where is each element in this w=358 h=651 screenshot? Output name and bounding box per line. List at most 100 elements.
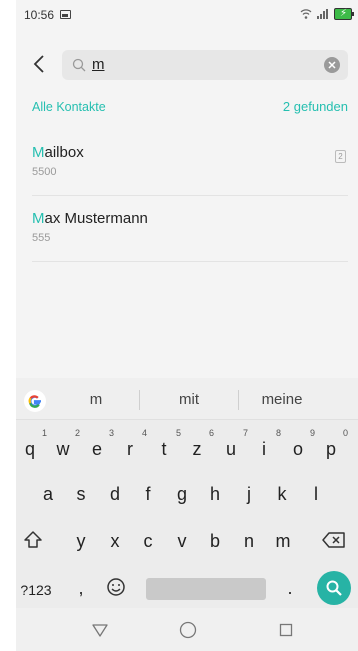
symbols-key[interactable]: ?123: [18, 579, 54, 601]
contact-list: Mailbox 5500 2 Max Mustermann 555: [16, 130, 358, 262]
nav-home-button[interactable]: [178, 620, 198, 640]
key-m[interactable]: m: [272, 530, 294, 552]
results-header: Alle Kontakte 2 gefunden: [16, 96, 358, 118]
key-o[interactable]: o9: [288, 429, 315, 460]
contact-item-max-mustermann[interactable]: Max Mustermann 555: [32, 196, 348, 262]
comma-key[interactable]: ,: [74, 577, 88, 599]
key-number-hint: 1: [41, 428, 47, 438]
navigation-bar: [16, 608, 358, 651]
key-k[interactable]: k: [272, 483, 292, 505]
key-q[interactable]: q1: [20, 429, 47, 460]
name-rest: ailbox: [44, 144, 84, 161]
key-z[interactable]: z6: [187, 429, 215, 460]
suggestion-2[interactable]: mit: [166, 391, 212, 408]
key-d[interactable]: d: [105, 483, 125, 505]
search-icon: [72, 58, 86, 72]
status-icons: ⚡: [300, 8, 354, 20]
period-key[interactable]: .: [284, 577, 296, 599]
key-p[interactable]: p0: [321, 429, 348, 460]
backspace-key[interactable]: [320, 531, 348, 553]
suggestion-divider: [139, 390, 140, 410]
contact-number: 5500: [32, 166, 57, 178]
key-number-hint: 5: [175, 428, 181, 438]
nav-home-icon: [179, 621, 197, 639]
contact-name: Mailbox: [32, 144, 84, 161]
key-b[interactable]: b: [205, 530, 225, 552]
google-g-glyph: [28, 395, 41, 408]
name-rest: ax Mustermann: [44, 210, 148, 227]
space-key[interactable]: [146, 578, 266, 600]
contact-number: 555: [32, 232, 51, 244]
key-number-hint: 7: [242, 428, 248, 438]
contacts-search-app: 10:56 ⚡ m Alle Kontakte 2 gefunden Mailb…: [16, 0, 358, 651]
key-number-hint: 0: [342, 428, 348, 438]
key-u[interactable]: u7: [221, 429, 248, 460]
key-number-hint: 9: [309, 428, 315, 438]
search-key[interactable]: [317, 571, 351, 605]
key-y[interactable]: y: [71, 530, 91, 552]
signal-icon: [317, 9, 328, 19]
name-highlight: M: [32, 144, 45, 161]
key-j[interactable]: j: [239, 483, 259, 505]
key-w[interactable]: w2: [53, 429, 81, 460]
key-g[interactable]: g: [172, 483, 192, 505]
search-icon: [326, 580, 342, 596]
suggestion-divider: [238, 390, 239, 410]
key-i[interactable]: i8: [254, 429, 281, 460]
shift-icon: [24, 531, 42, 548]
key-label: q: [24, 439, 35, 459]
nav-back-button[interactable]: [90, 620, 110, 640]
key-v[interactable]: v: [172, 530, 192, 552]
emoji-icon: [107, 578, 125, 596]
clear-icon: [328, 61, 336, 69]
wifi-icon: [300, 9, 312, 19]
key-h[interactable]: h: [205, 483, 225, 505]
suggestion-3[interactable]: meine: [252, 391, 312, 408]
key-label: w: [56, 439, 70, 459]
key-c[interactable]: c: [138, 530, 158, 552]
key-label: o: [292, 439, 303, 459]
suggestion-bar: m mit meine: [16, 378, 358, 420]
key-label: z: [192, 439, 202, 459]
backspace-icon: [322, 532, 345, 548]
shift-key[interactable]: [20, 530, 46, 554]
key-label: r: [127, 439, 133, 459]
emoji-key[interactable]: [104, 577, 128, 599]
key-e[interactable]: e3: [87, 429, 114, 460]
google-icon[interactable]: [24, 390, 46, 412]
nav-recents-icon: [279, 623, 293, 637]
key-n[interactable]: n: [239, 530, 259, 552]
contact-item-mailbox[interactable]: Mailbox 5500 2: [32, 130, 348, 196]
key-number-hint: 3: [108, 428, 114, 438]
status-bar: 10:56 ⚡: [16, 0, 358, 36]
key-x[interactable]: x: [105, 530, 125, 552]
keyboard: m mit meine q1 w2 e3 r4 t5 z6 u7 i8 o9 p…: [16, 378, 358, 608]
key-t[interactable]: t5: [154, 429, 181, 460]
key-label: u: [225, 439, 236, 459]
back-button[interactable]: [24, 48, 54, 80]
key-label: e: [91, 439, 102, 459]
key-l[interactable]: l: [306, 483, 326, 505]
key-s[interactable]: s: [71, 483, 91, 505]
nav-back-icon: [92, 624, 108, 637]
key-a[interactable]: a: [38, 483, 58, 505]
name-highlight: M: [32, 210, 45, 227]
all-contacts-label: Alle Kontakte: [32, 100, 106, 114]
battery-icon: ⚡: [334, 8, 354, 20]
key-number-hint: 6: [208, 428, 214, 438]
search-input[interactable]: m: [92, 55, 312, 75]
search-box[interactable]: m: [62, 50, 348, 80]
status-time: 10:56: [24, 8, 55, 22]
clear-button[interactable]: [324, 57, 340, 73]
key-f[interactable]: f: [138, 483, 158, 505]
sim-card-icon: 2: [335, 150, 346, 163]
image-notification-icon: [60, 10, 71, 19]
contact-name: Max Mustermann: [32, 210, 148, 227]
results-count: 2 gefunden: [282, 99, 348, 114]
key-number-hint: 8: [275, 428, 281, 438]
key-label: t: [161, 439, 167, 459]
nav-recents-button[interactable]: [276, 620, 296, 640]
back-icon: [33, 55, 44, 73]
suggestion-1[interactable]: m: [78, 391, 114, 408]
key-r[interactable]: r4: [120, 429, 147, 460]
